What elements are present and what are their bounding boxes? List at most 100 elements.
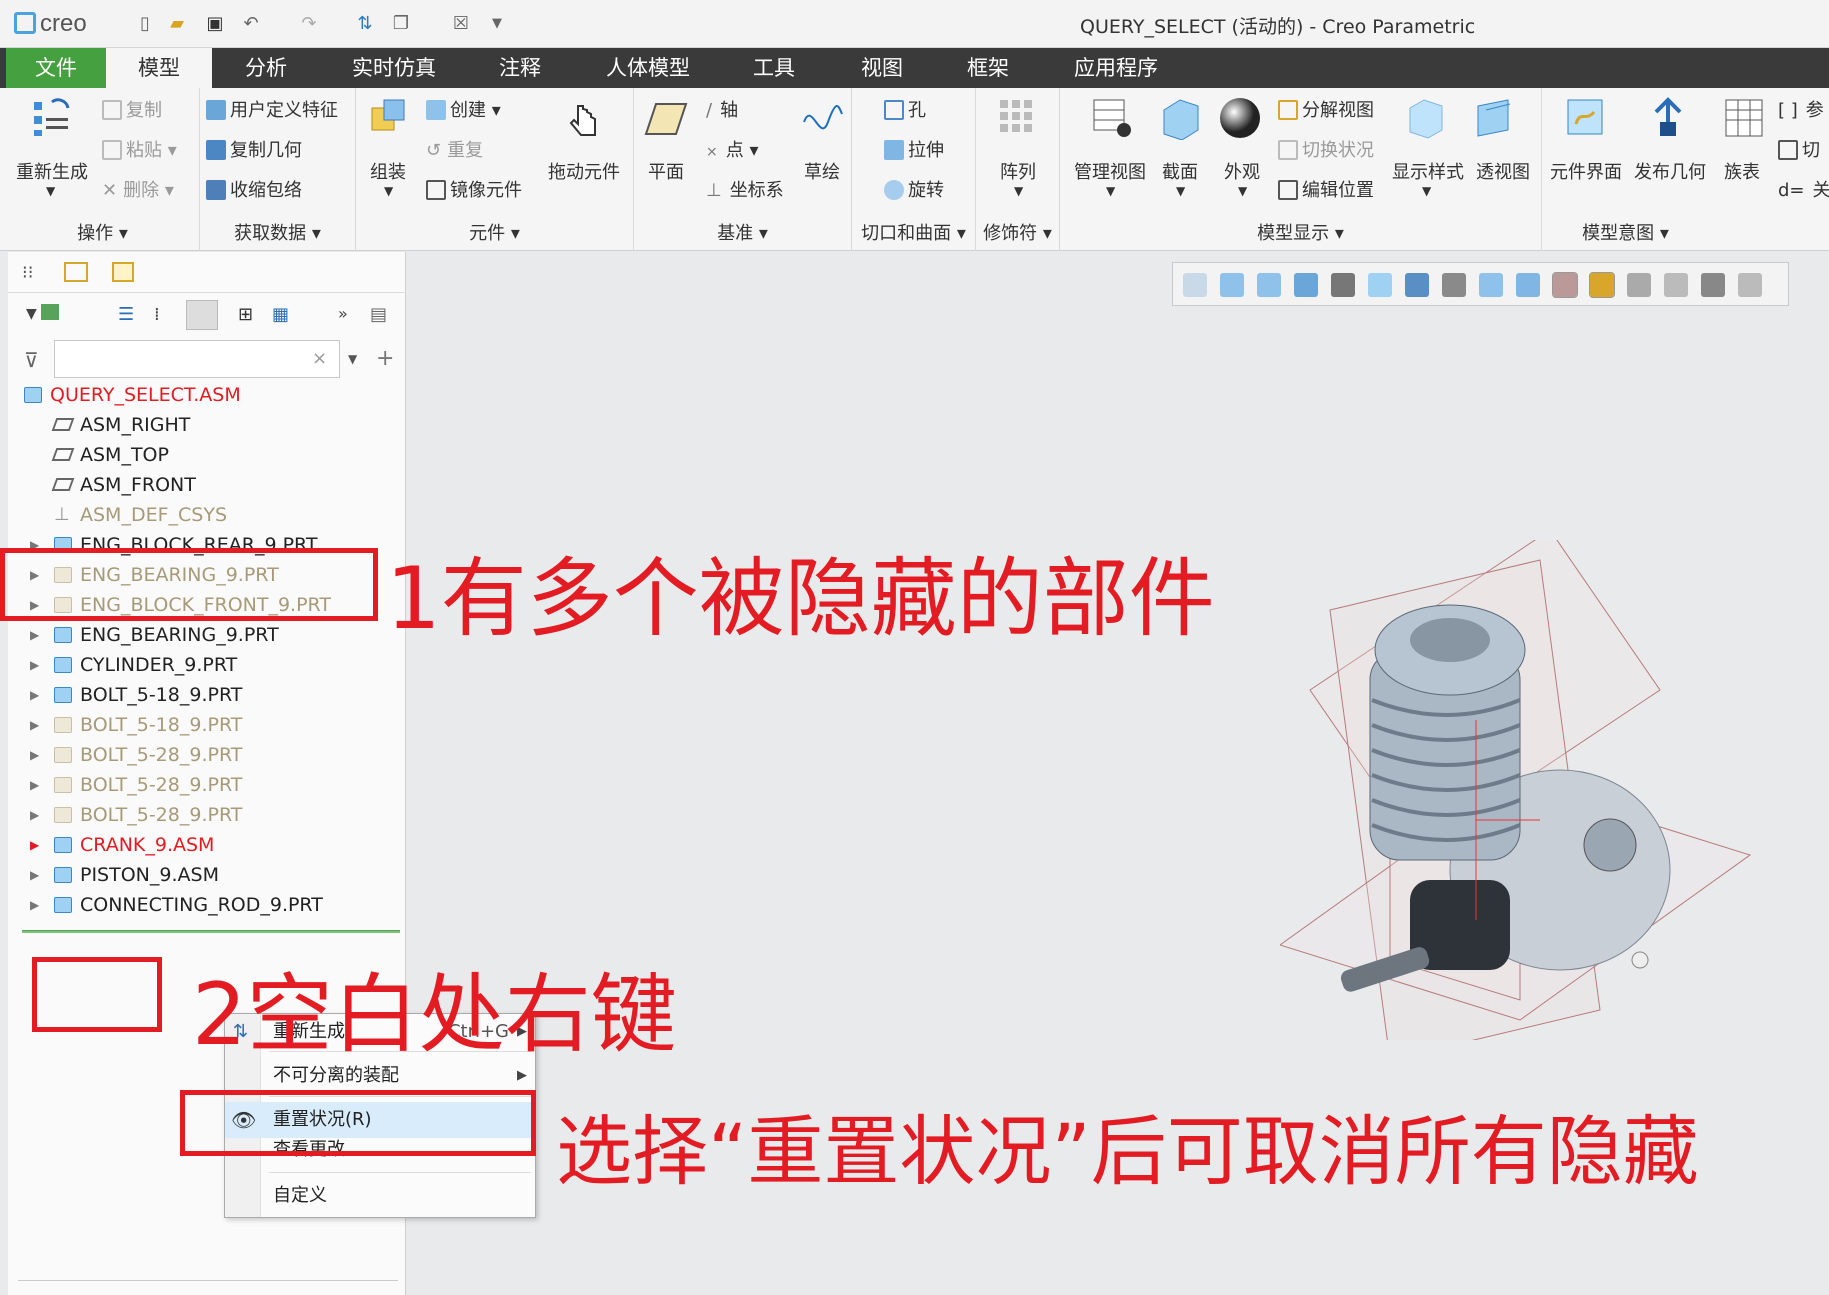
expand-arrow-icon[interactable]: ▶ xyxy=(30,800,39,830)
open-folder-icon[interactable]: ▰ xyxy=(166,14,188,34)
tab-analysis[interactable]: 分析 xyxy=(222,48,310,88)
plane-icon[interactable] xyxy=(644,100,688,144)
add-filter-icon[interactable]: + xyxy=(376,346,394,371)
tab-file[interactable]: 文件 xyxy=(6,48,106,88)
hole-button[interactable]: 孔 xyxy=(884,96,926,122)
spin-icon[interactable] xyxy=(1627,273,1651,297)
group-label-datum[interactable]: 基准 ▾ xyxy=(634,219,851,245)
revolve-button[interactable]: 旋转 xyxy=(884,176,944,202)
family-table-label[interactable]: 族表 xyxy=(1724,158,1760,184)
close-window-icon[interactable]: ☒ xyxy=(450,14,472,34)
copy-button[interactable]: 复制 xyxy=(102,96,162,122)
assemble-label[interactable]: 组装 xyxy=(370,158,406,184)
extrude-button[interactable]: 拉伸 xyxy=(884,136,944,162)
regenerate-label[interactable]: 重新生成 xyxy=(16,158,88,184)
named-views-icon[interactable] xyxy=(1405,273,1429,297)
manage-views-label[interactable]: 管理视图 xyxy=(1074,158,1146,184)
publish-geometry-icon[interactable] xyxy=(1646,96,1690,140)
assemble-dropdown-icon[interactable]: ▼ xyxy=(384,184,393,198)
tree-notes-icon[interactable]: ▤ xyxy=(370,304,387,325)
display-style-icon[interactable] xyxy=(1516,273,1540,297)
regenerate-dropdown-icon[interactable]: ▼ xyxy=(46,184,55,198)
tree-settings-icon[interactable]: ▦ xyxy=(272,304,289,325)
edit-position-button[interactable]: 编辑位置 xyxy=(1278,176,1374,202)
switch-button[interactable]: 切 xyxy=(1778,136,1820,162)
group-label-model-display[interactable]: 模型显示 ▾ xyxy=(1060,219,1541,245)
annotation-display-icon[interactable] xyxy=(1589,272,1615,298)
pattern-label[interactable]: 阵列 xyxy=(1000,158,1036,184)
drag-component-label[interactable]: 拖动元件 xyxy=(548,158,620,184)
display-style-label[interactable]: 显示样式 xyxy=(1392,158,1464,184)
family-table-icon[interactable] xyxy=(1722,96,1766,140)
appearance-label[interactable]: 外观 xyxy=(1224,158,1260,184)
refit-icon[interactable] xyxy=(1183,273,1207,297)
tab-view[interactable]: 视图 xyxy=(842,48,922,88)
tree-root-toggle-icon[interactable]: ▼ xyxy=(26,304,59,322)
tab-framework[interactable]: 框架 xyxy=(948,48,1028,88)
tab-human-model[interactable]: 人体模型 xyxy=(596,48,700,88)
expand-arrow-icon[interactable]: ▶ xyxy=(30,860,39,890)
component-interface-label[interactable]: 元件界面 xyxy=(1550,158,1622,184)
repeat-button[interactable]: ↺ 重复 xyxy=(426,136,483,162)
perspective-icon[interactable] xyxy=(1474,96,1518,140)
tree-columns-icon[interactable]: ☰ xyxy=(118,304,134,325)
copy-geometry-button[interactable]: 复制几何 xyxy=(206,136,302,162)
appearance-dropdown-icon[interactable]: ▼ xyxy=(1238,184,1247,198)
tree-search-input[interactable] xyxy=(54,340,340,378)
parameters-button[interactable]: [ ] 参 xyxy=(1778,96,1824,122)
drag-component-icon[interactable] xyxy=(562,98,606,142)
expand-arrow-icon[interactable]: ▶ xyxy=(30,770,39,800)
undo-icon[interactable]: ↶ xyxy=(240,14,262,34)
tab-model[interactable]: 模型 xyxy=(106,48,212,88)
render-icon[interactable] xyxy=(1664,273,1688,297)
group-label-get-data[interactable]: 获取数据 ▾ xyxy=(200,219,355,245)
group-label-cuts-surfaces[interactable]: 切口和曲面 ▾ xyxy=(852,219,975,245)
model-tree-tab-icon[interactable]: ⁝⁝ xyxy=(22,262,42,283)
tab-annotate[interactable]: 注释 xyxy=(480,48,560,88)
group-label-modifiers[interactable]: 修饰符 ▾ xyxy=(976,219,1059,245)
favorites-tab-icon[interactable] xyxy=(112,262,134,282)
expand-arrow-icon[interactable]: ▶ xyxy=(30,650,39,680)
expand-arrow-icon[interactable]: ▶ xyxy=(30,890,39,920)
expand-arrow-icon[interactable]: ▶ xyxy=(30,710,39,740)
group-label-components[interactable]: 元件 ▾ xyxy=(356,219,633,245)
perspective-label[interactable]: 透视图 xyxy=(1476,158,1530,184)
tab-live-simulation[interactable]: 实时仿真 xyxy=(340,48,448,88)
section-label[interactable]: 截面 xyxy=(1162,158,1198,184)
new-file-icon[interactable]: ▯ xyxy=(134,14,156,34)
more-icon[interactable]: » xyxy=(338,304,348,323)
regenerate-icon[interactable] xyxy=(30,96,74,140)
section-dropdown-icon[interactable]: ▼ xyxy=(1176,184,1185,198)
create-button[interactable]: 创建 ▾ xyxy=(426,96,501,122)
user-defined-feature-button[interactable]: 用户定义特征 xyxy=(206,96,338,122)
tree-view-icon[interactable] xyxy=(186,300,218,330)
windows-icon[interactable]: ❐ xyxy=(390,14,412,34)
point-button[interactable]: ⨯ 点 ▾ xyxy=(706,136,759,162)
display-style-dropdown-icon[interactable]: ▼ xyxy=(1422,184,1431,198)
regenerate-qa-icon[interactable]: ⇅ xyxy=(354,14,376,34)
csys-button[interactable]: ⊥ 坐标系 xyxy=(706,176,784,202)
saved-orientations-icon[interactable] xyxy=(1368,273,1392,297)
expand-arrow-icon[interactable]: ▶ xyxy=(30,680,39,710)
shrinkwrap-button[interactable]: 收缩包络 xyxy=(206,176,302,202)
repaint-icon[interactable] xyxy=(1294,273,1318,297)
paste-button[interactable]: 粘贴 ▾ xyxy=(102,136,177,162)
zoom-out-icon[interactable] xyxy=(1257,273,1281,297)
appearance-icon[interactable] xyxy=(1218,96,1262,140)
pause-icon[interactable] xyxy=(1701,273,1725,297)
manage-views-icon[interactable] xyxy=(1090,96,1134,140)
section-icon[interactable] xyxy=(1158,96,1202,141)
zoom-in-icon[interactable] xyxy=(1220,273,1244,297)
delete-button[interactable]: ✕ 删除 ▾ xyxy=(102,176,174,202)
assemble-icon[interactable] xyxy=(366,96,410,140)
expand-arrow-icon[interactable]: ▶ xyxy=(30,830,39,860)
tree-filter-settings-icon[interactable]: ⊞ xyxy=(238,304,253,325)
group-label-model-intent[interactable]: 模型意图 ▾ xyxy=(1482,219,1769,245)
customize-qa-icon[interactable]: ▼ xyxy=(486,14,508,34)
sketch-label[interactable]: 草绘 xyxy=(804,158,840,184)
publish-geometry-label[interactable]: 发布几何 xyxy=(1634,158,1706,184)
toggle-status-button[interactable]: 切换状况 xyxy=(1278,136,1374,162)
pattern-icon[interactable] xyxy=(996,96,1040,140)
sketch-icon[interactable] xyxy=(800,98,844,142)
stop-icon[interactable] xyxy=(1738,273,1762,297)
